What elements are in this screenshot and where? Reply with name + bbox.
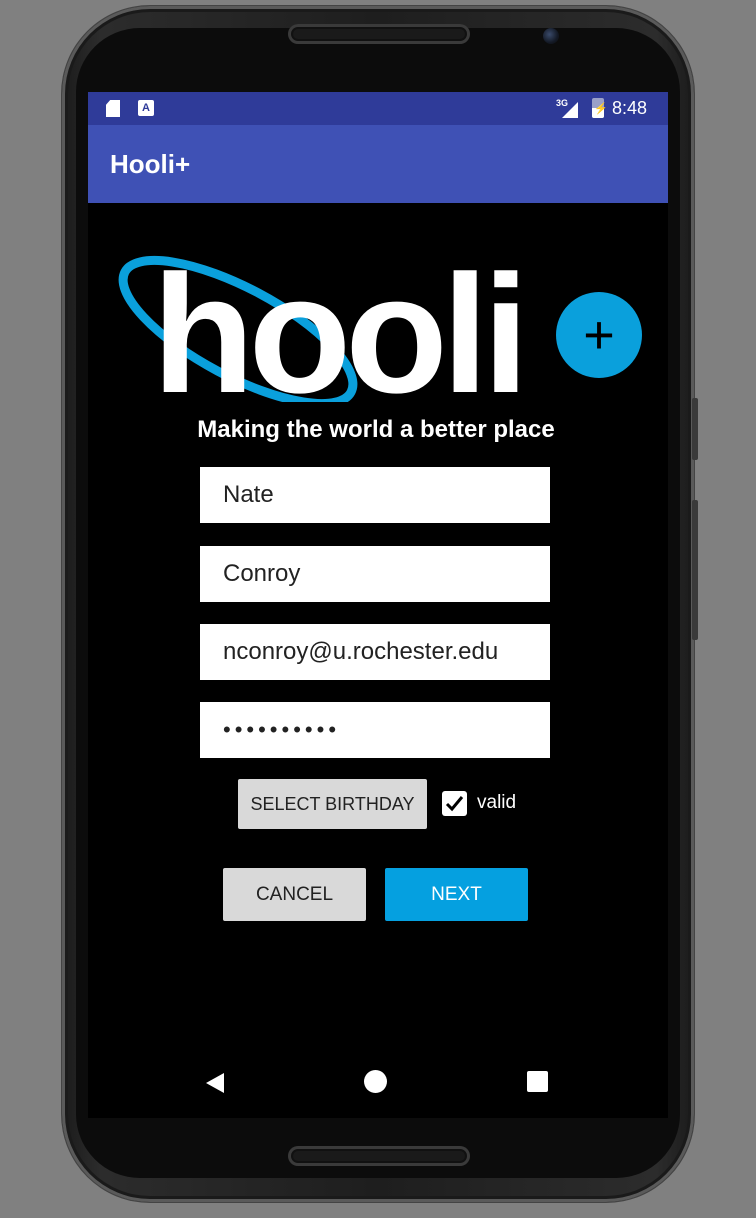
- logo-plus-icon: +: [583, 305, 615, 365]
- password-field[interactable]: ••••••••••: [200, 702, 550, 758]
- screen: A 3G ⚡ 8:48 Hooli+ hooli + Making the wo…: [88, 92, 668, 1118]
- back-icon[interactable]: [204, 1072, 226, 1094]
- power-button[interactable]: [692, 500, 698, 640]
- home-icon[interactable]: [364, 1070, 387, 1093]
- valid-label: valid: [477, 792, 517, 813]
- app-bar: Hooli+: [88, 125, 668, 203]
- signal-icon: 3G: [556, 98, 578, 118]
- front-camera: [543, 28, 559, 44]
- valid-checkbox[interactable]: [442, 791, 467, 816]
- status-bar: A 3G ⚡ 8:48: [88, 92, 668, 125]
- email-field[interactable]: nconroy@u.rochester.edu: [200, 624, 550, 680]
- earpiece-speaker: [288, 24, 470, 44]
- status-time: 8:48: [612, 98, 648, 118]
- recents-icon[interactable]: [527, 1071, 548, 1092]
- volume-button[interactable]: [692, 398, 698, 460]
- select-birthday-button[interactable]: SELECT BIRTHDAY: [238, 779, 427, 829]
- first-name-field[interactable]: Nate: [200, 467, 550, 523]
- last-name-field[interactable]: Conroy: [200, 546, 550, 602]
- logo-wordmark: hooli: [152, 252, 523, 402]
- next-button[interactable]: NEXT: [385, 868, 528, 921]
- cancel-button[interactable]: CANCEL: [223, 868, 366, 921]
- a-notification-icon: A: [138, 100, 154, 116]
- bottom-speaker: [288, 1146, 470, 1166]
- battery-charging-icon: ⚡: [592, 98, 608, 118]
- tagline: Making the world a better place: [197, 416, 555, 443]
- check-icon: [445, 796, 464, 812]
- hooli-logo: hooli +: [118, 252, 642, 402]
- sd-card-icon: [106, 100, 120, 117]
- app-title: Hooli+: [110, 149, 191, 179]
